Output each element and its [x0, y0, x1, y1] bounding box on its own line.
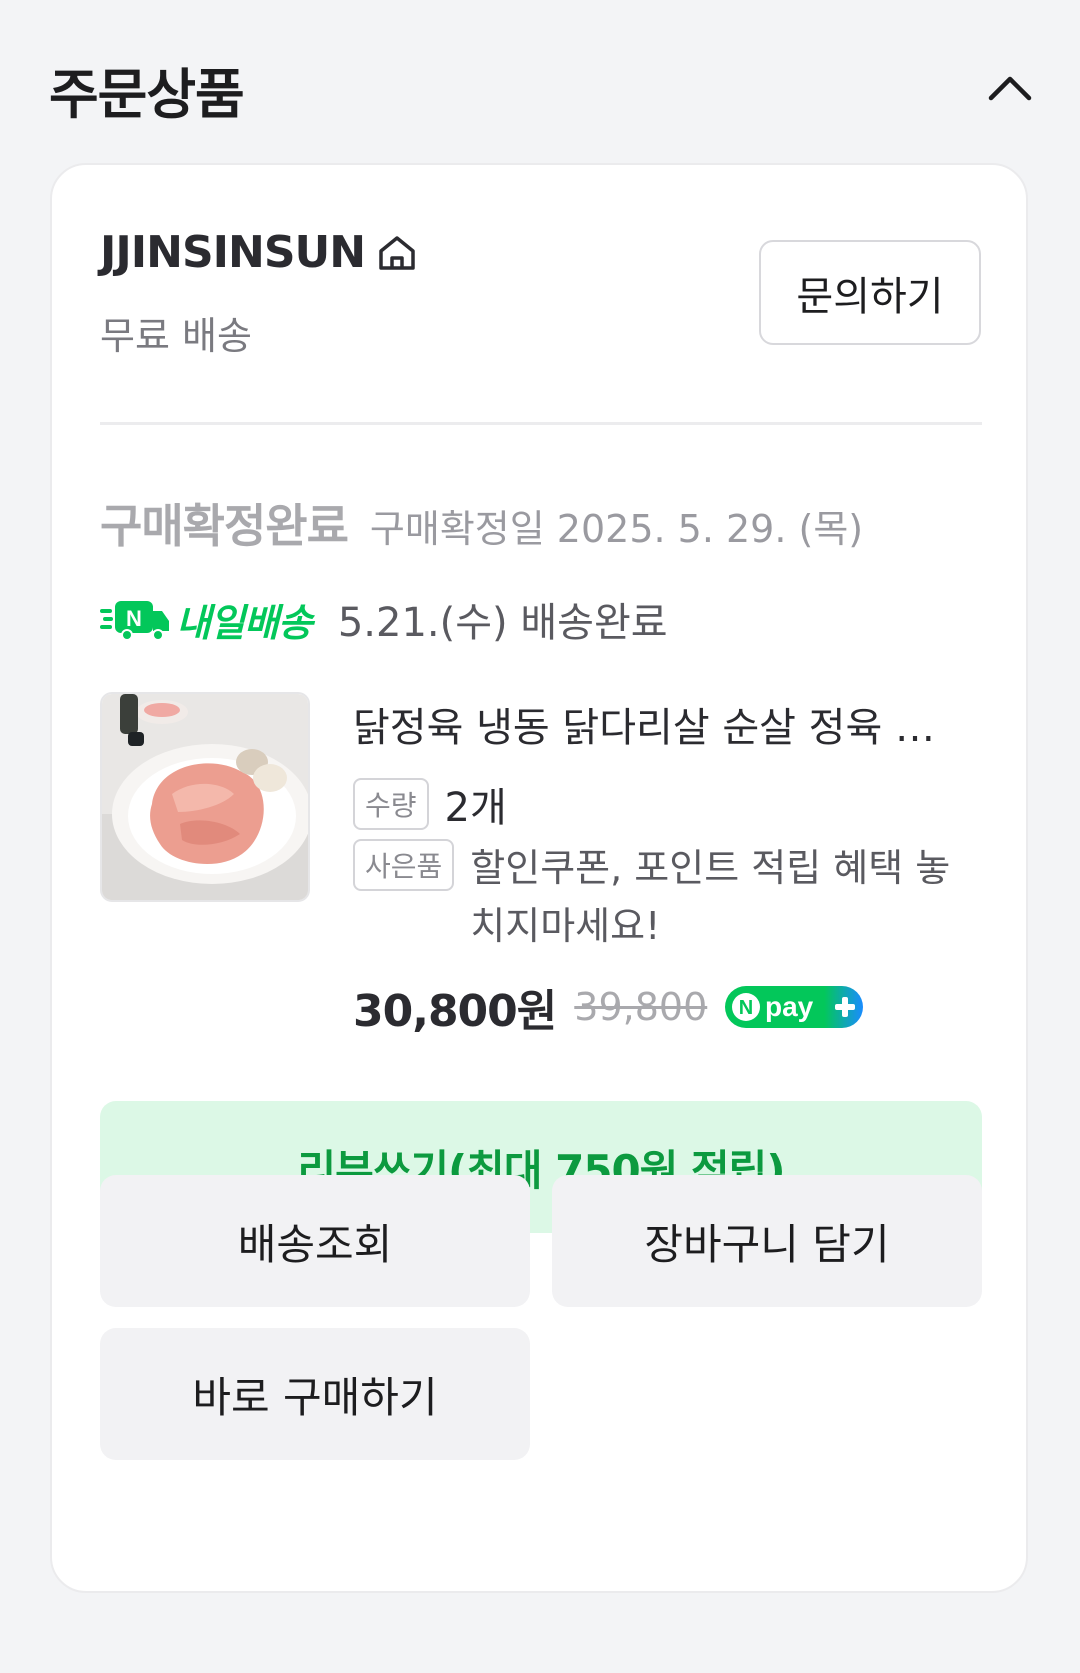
sale-price: 30,800원 [353, 986, 557, 1037]
gift-tag: 사은품 [353, 839, 455, 891]
quantity-row: 수량 2개 [353, 775, 507, 833]
chevron-up-icon [988, 76, 1032, 101]
order-status-line: 구매확정완료 구매확정일 2025. 5. 29. (목) [100, 490, 863, 556]
home-icon [379, 235, 415, 270]
npay-plus-icon: N pay [725, 986, 864, 1028]
section-title: 주문상품 [49, 63, 245, 126]
quantity-value: 2개 [444, 785, 507, 831]
svg-text:N: N [739, 997, 753, 1019]
delivery-status: 5.21.(수) 배송완료 [337, 600, 668, 646]
add-to-cart-button[interactable]: 장바구니 담기 [552, 1175, 982, 1307]
price-row: 30,800원 39,800 N pay [353, 975, 864, 1039]
order-items-header: 주문상품 [0, 0, 1080, 160]
order-status: 구매확정완료 [100, 499, 349, 553]
shipping-fee: 무료 배송 [100, 314, 252, 358]
delivery-truck-icon: N [100, 601, 169, 641]
product-image [102, 694, 308, 900]
gift-text: 할인쿠폰, 포인트 적립 혜택 놓치지마세요! [470, 846, 951, 948]
gift-row: 사은품 할인쿠폰, 포인트 적립 혜택 놓치지마세요! [353, 839, 970, 955]
order-item-card: JJINSINSUN 무료 배송 문의하기 구매확정완료 구매확정일 2025.… [50, 163, 1028, 1593]
svg-text:pay: pay [765, 991, 814, 1022]
quantity-tag: 수량 [353, 778, 429, 830]
seller-link[interactable]: JJINSINSUN [100, 227, 419, 278]
buy-now-button[interactable]: 바로 구매하기 [100, 1328, 530, 1460]
tomorrow-delivery-badge: N 내일배송 [100, 592, 313, 647]
delivery-badge-label: 내일배송 [176, 600, 313, 645]
inquiry-button[interactable]: 문의하기 [759, 240, 981, 345]
product-thumbnail[interactable] [100, 692, 310, 902]
seller-name: JJINSINSUN [100, 227, 366, 278]
collapse-button[interactable] [985, 62, 1035, 112]
track-delivery-button[interactable]: 배송조회 [100, 1175, 530, 1307]
delivery-line: N 내일배송 5.21.(수) 배송완료 [100, 590, 668, 648]
svg-text:N: N [126, 606, 142, 631]
original-price: 39,800 [574, 985, 708, 1029]
product-title[interactable]: 닭정육 냉동 닭다리살 순살 정육 … [353, 695, 993, 753]
confirm-date: 구매확정일 2025. 5. 29. (목) [369, 507, 864, 551]
divider [100, 422, 982, 425]
